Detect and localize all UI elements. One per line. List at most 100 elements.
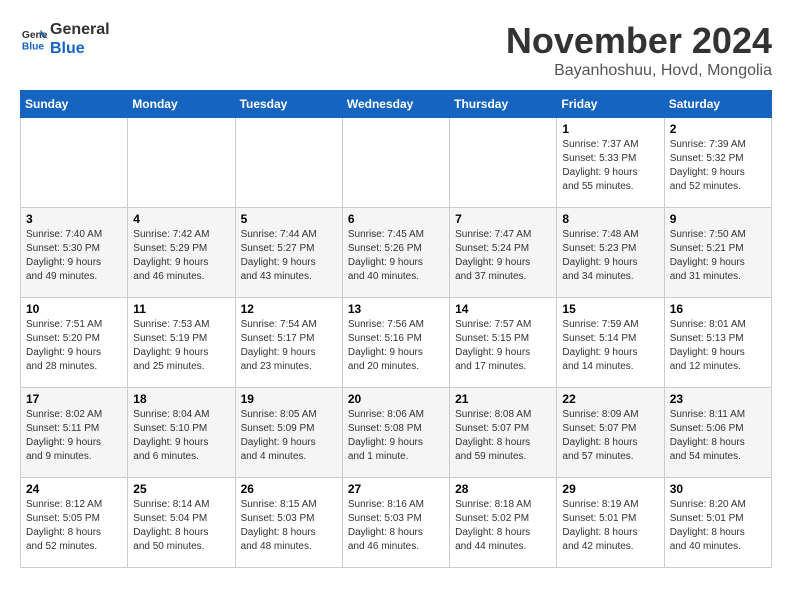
day-number: 26: [241, 482, 337, 496]
day-number: 18: [133, 392, 229, 406]
day-info: Sunrise: 8:01 AM Sunset: 5:13 PM Dayligh…: [670, 318, 766, 374]
day-number: 28: [455, 482, 551, 496]
day-info: Sunrise: 7:42 AM Sunset: 5:29 PM Dayligh…: [133, 228, 229, 284]
weekday-saturday: Saturday: [664, 91, 771, 118]
day-number: 13: [348, 302, 444, 316]
day-number: 22: [562, 392, 658, 406]
day-info: Sunrise: 7:50 AM Sunset: 5:21 PM Dayligh…: [670, 228, 766, 284]
day-cell: 13 Sunrise: 7:56 AM Sunset: 5:16 PM Dayli…: [342, 298, 449, 388]
day-cell: 9 Sunrise: 7:50 AM Sunset: 5:21 PM Daylig…: [664, 208, 771, 298]
day-cell: 3 Sunrise: 7:40 AM Sunset: 5:30 PM Daylig…: [21, 208, 128, 298]
day-info: Sunrise: 7:54 AM Sunset: 5:17 PM Dayligh…: [241, 318, 337, 374]
day-cell: [235, 118, 342, 208]
header: General Blue General Blue November 2024 …: [20, 20, 772, 80]
day-number: 30: [670, 482, 766, 496]
day-number: 21: [455, 392, 551, 406]
week-row-2: 3 Sunrise: 7:40 AM Sunset: 5:30 PM Daylig…: [21, 208, 772, 298]
day-cell: 26 Sunrise: 8:15 AM Sunset: 5:03 PM Dayli…: [235, 478, 342, 568]
day-cell: 10Sunrise: 7:51 AM Sunset: 5:20 PM Dayli…: [21, 298, 128, 388]
svg-text:Blue: Blue: [22, 41, 45, 52]
day-cell: 6Sunrise: 7:45 AM Sunset: 5:26 PM Daylig…: [342, 208, 449, 298]
day-info: Sunrise: 7:40 AM Sunset: 5:30 PM Dayligh…: [26, 228, 122, 284]
day-cell: 15 Sunrise: 7:59 AM Sunset: 5:14 PM Dayli…: [557, 298, 664, 388]
day-number: 12: [241, 302, 337, 316]
day-info: Sunrise: 7:37 AM Sunset: 5:33 PM Dayligh…: [562, 138, 658, 194]
month-title: November 2024: [506, 20, 772, 62]
day-cell: [450, 118, 557, 208]
day-number: 24: [26, 482, 122, 496]
day-cell: 24Sunrise: 8:12 AM Sunset: 5:05 PM Dayli…: [21, 478, 128, 568]
day-cell: 29Sunrise: 8:19 AM Sunset: 5:01 PM Dayli…: [557, 478, 664, 568]
day-cell: 5 Sunrise: 7:44 AM Sunset: 5:27 PM Daylig…: [235, 208, 342, 298]
week-row-5: 24Sunrise: 8:12 AM Sunset: 5:05 PM Dayli…: [21, 478, 772, 568]
day-number: 15: [562, 302, 658, 316]
day-number: 4: [133, 212, 229, 226]
day-cell: 7 Sunrise: 7:47 AM Sunset: 5:24 PM Daylig…: [450, 208, 557, 298]
day-info: Sunrise: 8:20 AM Sunset: 5:01 PM Dayligh…: [670, 498, 766, 554]
day-number: 17: [26, 392, 122, 406]
day-info: Sunrise: 8:04 AM Sunset: 5:10 PM Dayligh…: [133, 408, 229, 464]
day-info: Sunrise: 8:11 AM Sunset: 5:06 PM Dayligh…: [670, 408, 766, 464]
day-info: Sunrise: 8:14 AM Sunset: 5:04 PM Dayligh…: [133, 498, 229, 554]
day-number: 25: [133, 482, 229, 496]
day-number: 23: [670, 392, 766, 406]
day-cell: 27Sunrise: 8:16 AM Sunset: 5:03 PM Dayli…: [342, 478, 449, 568]
day-number: 9: [670, 212, 766, 226]
day-info: Sunrise: 7:53 AM Sunset: 5:19 PM Dayligh…: [133, 318, 229, 374]
day-cell: 8 Sunrise: 7:48 AM Sunset: 5:23 PM Daylig…: [557, 208, 664, 298]
day-cell: [128, 118, 235, 208]
day-number: 16: [670, 302, 766, 316]
logo: General Blue General Blue: [20, 20, 110, 58]
day-info: Sunrise: 7:51 AM Sunset: 5:20 PM Dayligh…: [26, 318, 122, 374]
day-number: 8: [562, 212, 658, 226]
day-info: Sunrise: 8:02 AM Sunset: 5:11 PM Dayligh…: [26, 408, 122, 464]
day-info: Sunrise: 7:48 AM Sunset: 5:23 PM Dayligh…: [562, 228, 658, 284]
weekday-thursday: Thursday: [450, 91, 557, 118]
week-row-1: 1 Sunrise: 7:37 AM Sunset: 5:33 PM Daylig…: [21, 118, 772, 208]
day-info: Sunrise: 8:09 AM Sunset: 5:07 PM Dayligh…: [562, 408, 658, 464]
day-info: Sunrise: 8:06 AM Sunset: 5:08 PM Dayligh…: [348, 408, 444, 464]
logo-general: General: [50, 20, 110, 39]
day-number: 20: [348, 392, 444, 406]
day-number: 1: [562, 122, 658, 136]
day-info: Sunrise: 8:08 AM Sunset: 5:07 PM Dayligh…: [455, 408, 551, 464]
day-info: Sunrise: 7:57 AM Sunset: 5:15 PM Dayligh…: [455, 318, 551, 374]
day-number: 14: [455, 302, 551, 316]
day-info: Sunrise: 8:18 AM Sunset: 5:02 PM Dayligh…: [455, 498, 551, 554]
day-info: Sunrise: 7:45 AM Sunset: 5:26 PM Dayligh…: [348, 228, 444, 284]
day-cell: 2Sunrise: 7:39 AM Sunset: 5:32 PM Daylig…: [664, 118, 771, 208]
title-area: November 2024 Bayanhoshuu, Hovd, Mongoli…: [506, 20, 772, 80]
day-cell: 21 Sunrise: 8:08 AM Sunset: 5:07 PM Dayli…: [450, 388, 557, 478]
day-cell: 18 Sunrise: 8:04 AM Sunset: 5:10 PM Dayli…: [128, 388, 235, 478]
day-info: Sunrise: 7:59 AM Sunset: 5:14 PM Dayligh…: [562, 318, 658, 374]
day-number: 11: [133, 302, 229, 316]
weekday-sunday: Sunday: [21, 91, 128, 118]
day-info: Sunrise: 8:15 AM Sunset: 5:03 PM Dayligh…: [241, 498, 337, 554]
day-cell: 20 Sunrise: 8:06 AM Sunset: 5:08 PM Dayli…: [342, 388, 449, 478]
day-cell: 11 Sunrise: 7:53 AM Sunset: 5:19 PM Dayli…: [128, 298, 235, 388]
day-cell: 16 Sunrise: 8:01 AM Sunset: 5:13 PM Dayli…: [664, 298, 771, 388]
day-info: Sunrise: 7:39 AM Sunset: 5:32 PM Dayligh…: [670, 138, 766, 194]
day-number: 27: [348, 482, 444, 496]
day-cell: 22 Sunrise: 8:09 AM Sunset: 5:07 PM Dayli…: [557, 388, 664, 478]
weekday-tuesday: Tuesday: [235, 91, 342, 118]
day-number: 5: [241, 212, 337, 226]
day-info: Sunrise: 7:56 AM Sunset: 5:16 PM Dayligh…: [348, 318, 444, 374]
day-number: 3: [26, 212, 122, 226]
weekday-monday: Monday: [128, 91, 235, 118]
logo-icon: General Blue: [20, 25, 48, 53]
day-cell: 4 Sunrise: 7:42 AM Sunset: 5:29 PM Daylig…: [128, 208, 235, 298]
calendar-table: SundayMondayTuesdayWednesdayThursdayFrid…: [20, 90, 772, 568]
day-info: Sunrise: 7:47 AM Sunset: 5:24 PM Dayligh…: [455, 228, 551, 284]
day-info: Sunrise: 7:44 AM Sunset: 5:27 PM Dayligh…: [241, 228, 337, 284]
day-cell: 1 Sunrise: 7:37 AM Sunset: 5:33 PM Daylig…: [557, 118, 664, 208]
day-cell: 12 Sunrise: 7:54 AM Sunset: 5:17 PM Dayli…: [235, 298, 342, 388]
day-cell: 30 Sunrise: 8:20 AM Sunset: 5:01 PM Dayli…: [664, 478, 771, 568]
logo-blue: Blue: [50, 39, 110, 58]
day-number: 19: [241, 392, 337, 406]
weekday-friday: Friday: [557, 91, 664, 118]
weekday-header-row: SundayMondayTuesdayWednesdayThursdayFrid…: [21, 91, 772, 118]
day-number: 7: [455, 212, 551, 226]
day-number: 29: [562, 482, 658, 496]
day-cell: [21, 118, 128, 208]
